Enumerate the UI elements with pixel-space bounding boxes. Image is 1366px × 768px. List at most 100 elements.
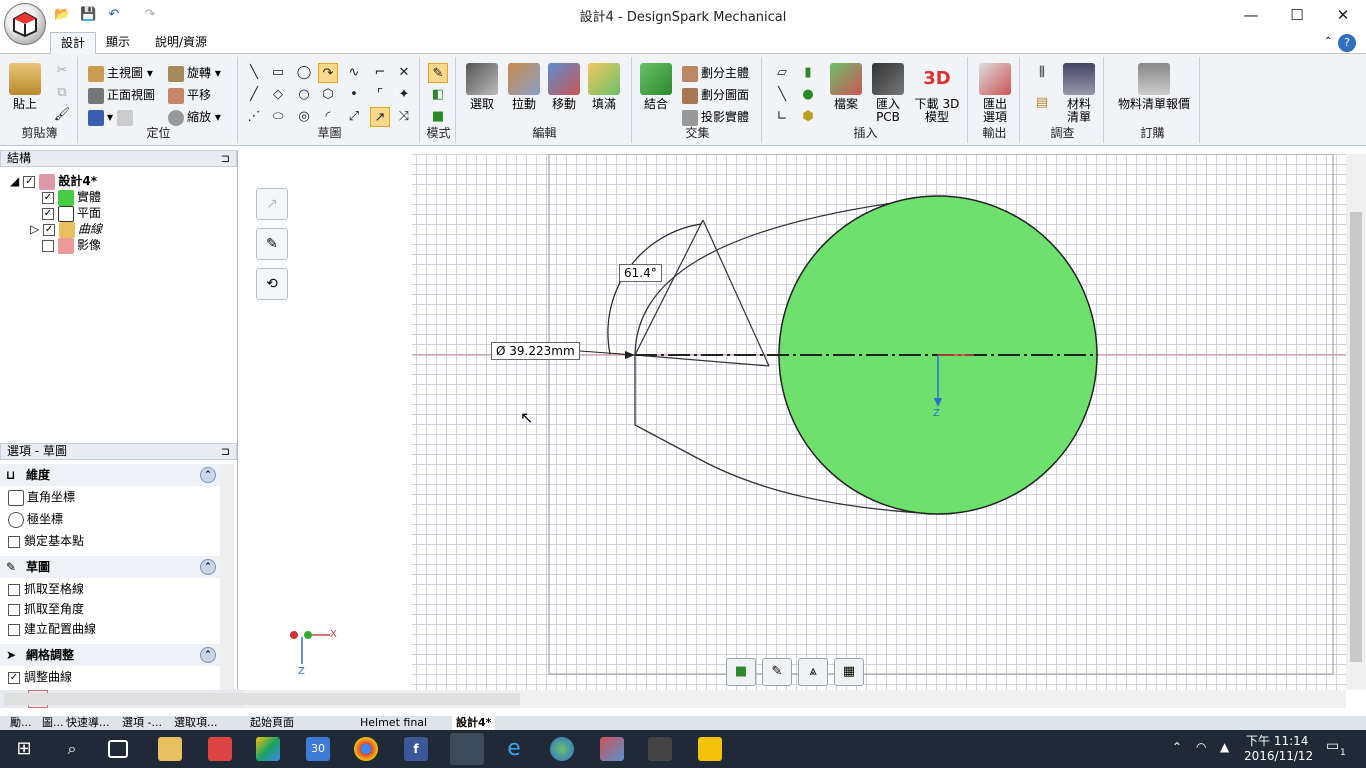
tree-root[interactable]: ◢ ✓ 設計4* bbox=[10, 173, 97, 190]
design-canvas[interactable]: ↗ ✎ ⟲ 61.4° Ø 39.223mm Z Z X ↖ ■ ✎ ⩓ ▦ bbox=[244, 154, 1346, 690]
bom-button[interactable]: 材料 清單 bbox=[1060, 63, 1098, 124]
tangent-line-icon[interactable]: ╱ bbox=[244, 85, 264, 105]
diameter-dimension[interactable]: Ø 39.223mm bbox=[491, 342, 580, 360]
vertical-scrollbar[interactable] bbox=[1346, 154, 1366, 690]
move-button[interactable]: 移動 bbox=[546, 63, 582, 111]
movie-icon[interactable] bbox=[648, 737, 672, 761]
task-view-icon[interactable] bbox=[108, 740, 128, 758]
angle-dimension[interactable]: 61.4° bbox=[619, 264, 662, 282]
section-toggle-icon[interactable]: ⩓ bbox=[798, 658, 828, 686]
edge-icon[interactable]: e bbox=[502, 737, 526, 761]
line-tool-icon[interactable]: ╲ bbox=[244, 63, 264, 83]
tree-item-solid[interactable]: ✓ 實體 bbox=[42, 189, 101, 206]
facebook-icon[interactable]: f bbox=[404, 737, 428, 761]
split-face-button[interactable]: 劃分圖面 bbox=[682, 85, 749, 105]
clock-time[interactable]: 下午 11:14 bbox=[1246, 732, 1308, 749]
pull-button[interactable]: 拉動 bbox=[506, 63, 542, 111]
checkbox[interactable] bbox=[8, 623, 20, 636]
checkbox[interactable] bbox=[8, 583, 20, 596]
collapse-icon[interactable]: ⌃ bbox=[200, 647, 216, 663]
section-dimension[interactable]: ⊔ 維度 ⌃ bbox=[0, 464, 220, 486]
measure-icon[interactable]: ⫼ bbox=[1030, 63, 1054, 83]
copy-icon[interactable]: ⧉ bbox=[52, 83, 72, 103]
axis-icon[interactable]: ╲ bbox=[772, 85, 792, 105]
checkbox[interactable] bbox=[8, 603, 20, 616]
home-view-button[interactable]: 主視圖 ▾ bbox=[88, 63, 153, 83]
drive-tray-icon[interactable]: ▲ bbox=[1220, 740, 1229, 754]
option-layout-curves[interactable]: 建立配置曲線 bbox=[8, 620, 96, 638]
option-cartesian[interactable]: 直角坐標 bbox=[8, 488, 75, 506]
spline-tool-icon[interactable]: ∿ bbox=[344, 63, 364, 83]
section-mode-icon[interactable]: ◧ bbox=[428, 85, 448, 105]
doc-tab[interactable]: 選項 -... bbox=[122, 716, 162, 730]
polygon-tool-icon[interactable]: ⬡ bbox=[318, 85, 338, 105]
scroll-thumb[interactable] bbox=[1350, 212, 1362, 662]
option-polar[interactable]: 極坐標 bbox=[8, 510, 63, 528]
section-mesh[interactable]: ➤ 網格調整 ⌃ bbox=[0, 644, 220, 666]
plane-icon[interactable]: ▱ bbox=[772, 63, 792, 83]
offset-tool-icon[interactable]: ⌐ bbox=[370, 63, 390, 83]
doc-tab-active[interactable]: 設計4* bbox=[452, 716, 496, 730]
3d-mode-toggle-icon[interactable]: ■ bbox=[726, 658, 756, 686]
export-options-button[interactable]: 匯出 選項 bbox=[976, 63, 1014, 124]
corner-tool-icon[interactable]: ⌜ bbox=[370, 85, 390, 105]
app-logo-button[interactable] bbox=[4, 3, 46, 45]
tab-design[interactable]: 設計 bbox=[50, 32, 97, 54]
import-pcb-button[interactable]: 匯入 PCB bbox=[868, 63, 908, 124]
checkbox[interactable]: ✓ bbox=[43, 223, 56, 236]
combine-button[interactable]: 結合 bbox=[638, 63, 674, 111]
option-lock-base[interactable]: 鎖定基本點 bbox=[8, 532, 84, 550]
section-sketch[interactable]: ✎ 草圖 ⌃ bbox=[0, 556, 220, 578]
tree-item-curves[interactable]: ▷ ✓ 曲線 bbox=[30, 221, 102, 238]
open-icon[interactable]: 📂 bbox=[54, 7, 70, 23]
option-adjust-curves[interactable]: ✓ 調整曲線 bbox=[8, 668, 72, 686]
sketch-mode-toggle-icon[interactable]: ✎ bbox=[762, 658, 792, 686]
gmail-icon[interactable] bbox=[208, 737, 232, 761]
tangent-arc-tool-icon[interactable]: ↷ bbox=[318, 63, 338, 83]
doc-tab[interactable]: 勵... bbox=[10, 716, 32, 730]
search-icon[interactable]: ⌕ bbox=[60, 737, 84, 761]
trim-tool-icon[interactable]: ✕ bbox=[394, 63, 414, 83]
tray-arrow-icon[interactable]: ⌃ bbox=[1172, 740, 1182, 754]
cut-icon[interactable]: ✂ bbox=[52, 61, 72, 81]
fill-button[interactable]: 填滿 bbox=[586, 63, 622, 111]
doc-tab-start[interactable]: 起始頁面 bbox=[250, 716, 294, 730]
checkbox[interactable]: ✓ bbox=[8, 671, 20, 684]
keep-icon[interactable] bbox=[698, 737, 722, 761]
pin-icon[interactable]: ⊐ bbox=[221, 151, 230, 166]
tab-help[interactable]: 說明/資源 bbox=[145, 32, 217, 54]
format-painter-icon[interactable]: 🖌 bbox=[52, 105, 72, 125]
checkbox[interactable]: ✓ bbox=[42, 207, 54, 220]
save-icon[interactable]: 💾 bbox=[80, 7, 96, 23]
horizontal-scrollbar[interactable] bbox=[4, 690, 1346, 708]
collapse-icon[interactable]: ⌃ bbox=[200, 559, 216, 575]
doc-tab[interactable]: 快速導... bbox=[66, 716, 110, 730]
select-button[interactable]: 選取 bbox=[464, 63, 500, 111]
rectangle-tool-icon[interactable]: ▭ bbox=[268, 63, 288, 83]
chrome-icon[interactable] bbox=[354, 737, 378, 761]
scroll-thumb[interactable] bbox=[4, 693, 520, 705]
sketch-mode-icon[interactable]: ✎ bbox=[428, 63, 448, 83]
minimize-button[interactable]: — bbox=[1228, 0, 1274, 30]
paste-button[interactable]: 貼上 bbox=[8, 63, 42, 111]
cylinder-icon[interactable]: ▮ bbox=[798, 63, 818, 83]
checkbox[interactable] bbox=[8, 535, 20, 548]
undo-icon[interactable]: ↶ bbox=[106, 7, 122, 23]
three-point-rect-icon[interactable]: ◇ bbox=[268, 85, 288, 105]
checkbox[interactable]: ✓ bbox=[23, 175, 36, 188]
checkbox[interactable] bbox=[42, 239, 54, 252]
doc-tab[interactable]: 選取項... bbox=[174, 716, 218, 730]
close-button[interactable]: ✕ bbox=[1320, 0, 1366, 30]
insert-file-button[interactable]: 檔案 bbox=[826, 63, 866, 111]
tab-display[interactable]: 顯示 bbox=[96, 32, 140, 54]
download-3d-button[interactable]: 3D 下載 3D 模型 bbox=[912, 63, 962, 124]
file-explorer-icon[interactable] bbox=[158, 737, 182, 761]
redo-icon[interactable]: ↷ bbox=[142, 7, 158, 23]
three-point-circle-icon[interactable]: ○ bbox=[294, 85, 314, 105]
split-body-button[interactable]: 劃分主體 bbox=[682, 63, 749, 83]
tree-item-plane[interactable]: ✓ 平面 bbox=[42, 205, 101, 222]
options-scrollbar[interactable] bbox=[220, 464, 234, 690]
circle-tool-icon[interactable]: ◯ bbox=[294, 63, 314, 83]
sphere-icon[interactable]: ● bbox=[798, 85, 818, 105]
designspark-taskbar-icon[interactable] bbox=[450, 733, 484, 765]
